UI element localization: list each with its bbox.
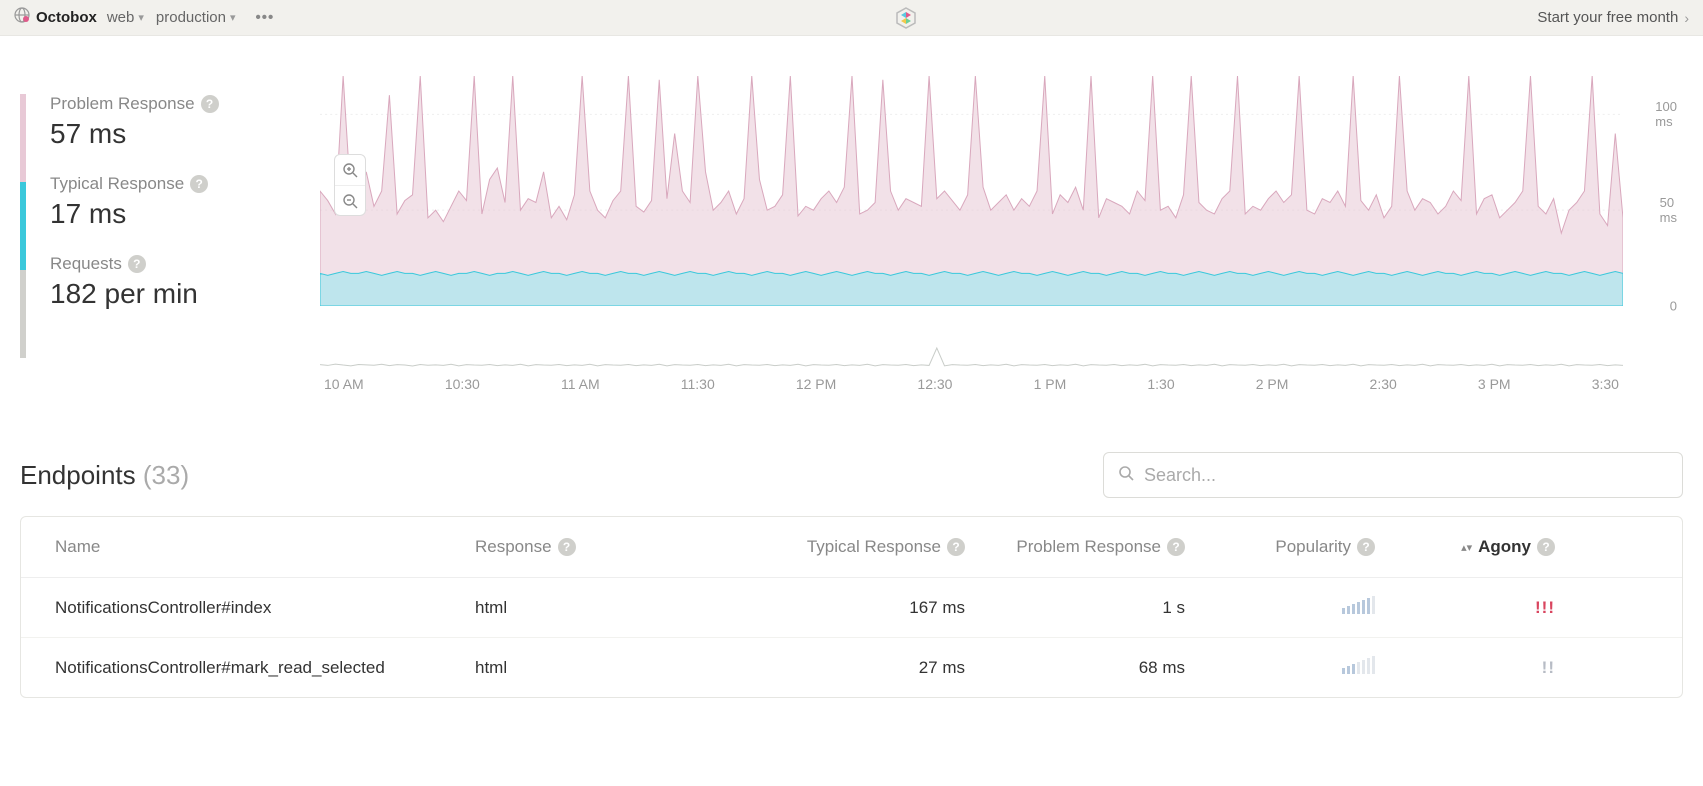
cell-problem: 1 s: [965, 598, 1185, 618]
popularity-icon: [1342, 596, 1375, 614]
help-icon[interactable]: ?: [190, 175, 208, 193]
y-tick: 50 ms: [1660, 195, 1677, 225]
metric-typical-value: 17 ms: [50, 198, 219, 230]
x-tick: 2 PM: [1256, 376, 1289, 392]
chevron-right-icon: ›: [1684, 10, 1689, 26]
metric-problem-label: Problem Response: [50, 94, 195, 114]
typical-color-bar: [20, 182, 26, 270]
zoom-in-button[interactable]: [335, 155, 365, 185]
x-tick: 10:30: [445, 376, 480, 392]
cell-response: html: [475, 658, 735, 678]
metric-typical-label: Typical Response: [50, 174, 184, 194]
x-tick: 3 PM: [1478, 376, 1511, 392]
dashboard-section: Problem Response ? 57 ms Typical Respons…: [0, 36, 1703, 452]
table-row[interactable]: NotificationsController#index html 167 m…: [21, 578, 1682, 638]
cell-typical: 27 ms: [735, 658, 965, 678]
cell-problem: 68 ms: [965, 658, 1185, 678]
help-icon[interactable]: ?: [1357, 538, 1375, 556]
x-tick: 11 AM: [561, 376, 600, 392]
cell-typical: 167 ms: [735, 598, 965, 618]
metric-typical-response[interactable]: Typical Response ? 17 ms: [50, 174, 219, 230]
col-popularity[interactable]: Popularity?: [1185, 537, 1375, 557]
y-tick: 100 ms: [1655, 99, 1677, 129]
cell-agony: !!!: [1375, 598, 1555, 618]
breadcrumb-env[interactable]: production ▾: [156, 9, 244, 26]
free-trial-label: Start your free month: [1537, 9, 1678, 26]
endpoints-count: (33): [143, 460, 189, 490]
search-input[interactable]: [1144, 465, 1668, 486]
col-response[interactable]: Response?: [475, 537, 735, 557]
x-tick: 10 AM: [324, 376, 364, 392]
x-tick: 1:30: [1147, 376, 1174, 392]
cell-popularity: [1185, 596, 1375, 619]
table-header: Name Response? Typical Response? Problem…: [21, 517, 1682, 578]
requests-color-bar: [20, 270, 26, 358]
help-icon[interactable]: ?: [128, 255, 146, 273]
response-chart[interactable]: 100 ms50 ms0: [320, 76, 1623, 336]
endpoints-title-text: Endpoints: [20, 460, 136, 490]
help-icon[interactable]: ?: [1167, 538, 1185, 556]
zoom-out-button[interactable]: [335, 185, 365, 215]
x-tick: 1 PM: [1034, 376, 1067, 392]
sort-icon: ▴▾: [1461, 541, 1472, 554]
col-name[interactable]: Name: [55, 537, 475, 557]
requests-sparkline[interactable]: [320, 346, 1623, 368]
table-row[interactable]: NotificationsController#mark_read_select…: [21, 638, 1682, 697]
brand-logo-icon[interactable]: [894, 6, 918, 30]
metric-color-bars: [20, 94, 26, 392]
metric-requests-label: Requests: [50, 254, 122, 274]
help-icon[interactable]: ?: [201, 95, 219, 113]
x-tick: 3:30: [1592, 376, 1619, 392]
col-agony[interactable]: ▴▾Agony?: [1375, 537, 1555, 557]
search-icon: [1118, 465, 1134, 486]
top-bar: Octobox web ▾ production ▾ ••• Start you…: [0, 0, 1703, 36]
cell-agony: !!: [1375, 658, 1555, 678]
x-axis-ticks: 10 AM 10:30 11 AM 11:30 12 PM 12:30 1 PM 1:30 2 …: [320, 368, 1623, 392]
cell-popularity: [1185, 656, 1375, 679]
help-icon[interactable]: ?: [947, 538, 965, 556]
globe-icon: [14, 7, 30, 28]
help-icon[interactable]: ?: [558, 538, 576, 556]
cell-name: NotificationsController#mark_read_select…: [55, 658, 475, 678]
chart-container: 100 ms50 ms0 10 AM10:3011 AM11:3012 PM12…: [320, 76, 1683, 392]
help-icon[interactable]: ?: [1537, 538, 1555, 556]
x-tick: 12 PM: [796, 376, 836, 392]
endpoints-title: Endpoints (33): [20, 460, 189, 491]
popularity-icon: [1342, 656, 1375, 674]
chevron-down-icon: ▾: [138, 11, 144, 24]
col-typical[interactable]: Typical Response?: [735, 537, 965, 557]
col-problem[interactable]: Problem Response?: [965, 537, 1185, 557]
breadcrumb-service-label: web: [107, 9, 135, 26]
x-tick: 2:30: [1370, 376, 1397, 392]
metric-problem-value: 57 ms: [50, 118, 219, 150]
app-name[interactable]: Octobox: [36, 9, 97, 26]
problem-color-bar: [20, 94, 26, 182]
y-tick: 0: [1670, 299, 1677, 314]
free-trial-button[interactable]: Start your free month ›: [1537, 9, 1689, 26]
metric-requests[interactable]: Requests ? 182 per min: [50, 254, 219, 310]
breadcrumb-env-label: production: [156, 9, 226, 26]
endpoints-section: Endpoints (33) Name Response? Typical Re…: [0, 452, 1703, 738]
cell-name: NotificationsController#index: [55, 598, 475, 618]
chevron-down-icon: ▾: [230, 11, 236, 24]
zoom-control: [334, 154, 366, 216]
x-tick: 11:30: [681, 376, 715, 392]
breadcrumb-service[interactable]: web ▾: [107, 9, 152, 26]
search-box[interactable]: [1103, 452, 1683, 498]
endpoints-table: Name Response? Typical Response? Problem…: [20, 516, 1683, 698]
metric-problem-response[interactable]: Problem Response ? 57 ms: [50, 94, 219, 150]
cell-response: html: [475, 598, 735, 618]
more-menu-button[interactable]: •••: [256, 9, 275, 26]
metric-requests-value: 182 per min: [50, 278, 219, 310]
x-tick: 12:30: [917, 376, 952, 392]
metrics-panel: Problem Response ? 57 ms Typical Respons…: [20, 76, 320, 392]
